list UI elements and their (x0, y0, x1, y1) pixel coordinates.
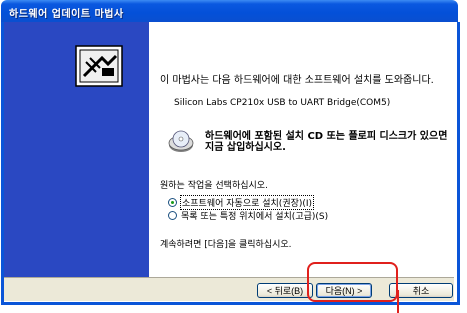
radio-advanced-install[interactable] (168, 210, 177, 220)
radio-auto-install[interactable] (168, 197, 177, 207)
continue-instruction: 계속하려면 [다음]을 클릭하십시오. (160, 240, 292, 250)
option-auto-install[interactable]: 소프트웨어 자동으로 설치(권장)(I) (168, 194, 315, 210)
annotation-highlight (307, 262, 398, 302)
annotation-line (397, 290, 399, 313)
title-bar[interactable]: 하드웨어 업데이트 마법사 (1, 0, 458, 22)
device-name: Silicon Labs CP210x USB to UART Bridge(C… (174, 98, 391, 108)
wizard-banner (4, 22, 149, 277)
window-title: 하드웨어 업데이트 마법사 (9, 9, 124, 20)
option-auto-install-label[interactable]: 소프트웨어 자동으로 설치(권장)(I) (179, 194, 315, 210)
wizard-heading: 이 마법사는 다음 하드웨어에 대한 소프트웨어 설치를 도와줍니다. (160, 75, 434, 86)
back-button[interactable]: < 뒤로(B) (257, 283, 313, 298)
cd-icon (168, 130, 194, 152)
task-prompt: 원하는 작업을 선택하십시오. (160, 181, 268, 191)
option-advanced-install[interactable]: 목록 또는 특정 위치에서 설치(고급)(S) (168, 209, 328, 222)
cd-prompt: 하드웨어에 포함된 설치 CD 또는 플로피 디스크가 있으면 지금 삽입하십시… (205, 131, 448, 153)
hardware-install-icon (75, 45, 123, 87)
option-advanced-install-label[interactable]: 목록 또는 특정 위치에서 설치(고급)(S) (181, 209, 328, 222)
